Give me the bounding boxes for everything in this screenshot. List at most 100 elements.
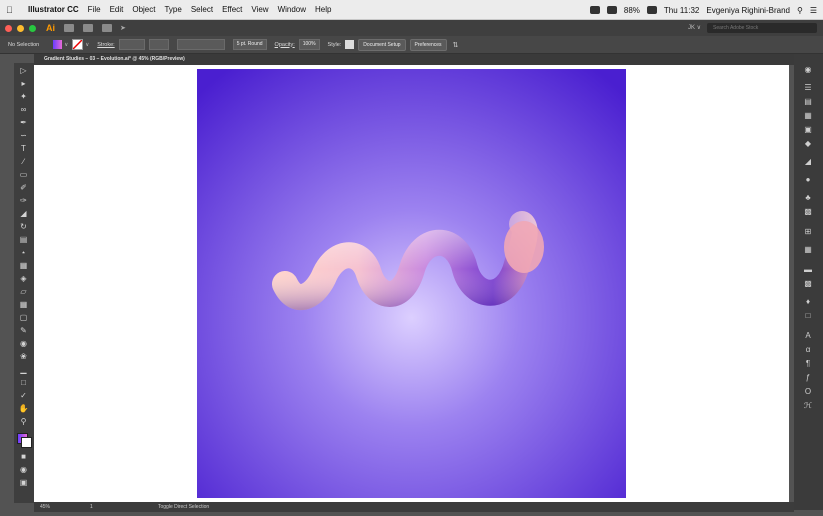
- arrange-documents-icon[interactable]: [102, 24, 112, 32]
- mesh-tool-icon[interactable]: ▦: [18, 301, 29, 309]
- stroke-label[interactable]: Stroke:: [97, 42, 114, 48]
- artboard-tool-icon[interactable]: □: [18, 379, 29, 387]
- menu-select[interactable]: Select: [191, 5, 213, 14]
- glyphs-panel-icon[interactable]: α: [803, 346, 813, 354]
- gradient-panel-icon[interactable]: ♦: [803, 298, 813, 306]
- stroke-dropdown-icon[interactable]: ∨: [85, 42, 89, 48]
- free-transform-tool-icon[interactable]: ▦: [18, 262, 29, 270]
- menu-type[interactable]: Type: [164, 5, 181, 14]
- libraries-panel-icon[interactable]: ▤: [803, 98, 813, 106]
- artboard[interactable]: [197, 69, 626, 498]
- char-styles-panel-icon[interactable]: ℋ: [803, 402, 813, 410]
- account-menu[interactable]: JK ∨: [688, 24, 701, 31]
- profile-dropdown[interactable]: [176, 39, 225, 50]
- document-tab[interactable]: Gradient Studies – 03 – Evolution.ai* @ …: [34, 54, 794, 65]
- fill-swatch[interactable]: [53, 40, 63, 49]
- font-panel-icon[interactable]: O: [803, 388, 813, 396]
- swatches-panel-icon[interactable]: ▣: [803, 126, 813, 134]
- stock-icon[interactable]: [83, 24, 93, 32]
- stroke-swatch[interactable]: [72, 39, 84, 50]
- arrange-icon[interactable]: ⇅: [453, 41, 459, 49]
- scale-tool-icon[interactable]: ▤: [18, 236, 29, 244]
- document-setup-button[interactable]: Document Setup: [358, 38, 406, 51]
- hand-tool-icon[interactable]: ✋: [18, 405, 29, 413]
- color-mode-icon[interactable]: ■: [18, 453, 29, 461]
- width-tool-icon[interactable]: ⋆: [18, 249, 29, 257]
- menu-file[interactable]: File: [88, 5, 101, 14]
- eraser-tool-icon[interactable]: ◢: [18, 210, 29, 218]
- graphic-styles-panel-icon[interactable]: ▩: [803, 208, 813, 216]
- properties-panel-icon[interactable]: ☰: [803, 84, 813, 92]
- direct-selection-tool-icon[interactable]: ▸: [18, 80, 29, 88]
- graphic-style-swatch[interactable]: [345, 40, 355, 49]
- variable-width-dropdown[interactable]: [148, 39, 169, 50]
- battery-icon[interactable]: [646, 6, 657, 14]
- menu-view[interactable]: View: [251, 5, 268, 14]
- user-name[interactable]: Evgeniya Righini-Brand: [706, 6, 790, 15]
- artboards-panel-icon[interactable]: ◢: [803, 158, 813, 166]
- minimize-window-button[interactable]: [17, 24, 24, 32]
- wifi-icon[interactable]: [606, 6, 617, 14]
- type-tool-icon[interactable]: T: [18, 145, 29, 153]
- line-tool-icon[interactable]: ∕: [18, 158, 29, 166]
- perspective-grid-tool-icon[interactable]: ▱: [18, 288, 29, 296]
- creative-cloud-icon[interactable]: [589, 6, 600, 14]
- symbol-sprayer-tool-icon[interactable]: ❀: [18, 353, 29, 361]
- notification-icon[interactable]: ☰: [810, 6, 817, 15]
- shaper-tool-icon[interactable]: ✑: [18, 197, 29, 205]
- stroke-color-icon[interactable]: [21, 437, 32, 448]
- color-panel-icon[interactable]: ◉: [803, 66, 813, 74]
- brush-dropdown[interactable]: 5 pt. Round: [232, 39, 267, 50]
- menu-object[interactable]: Object: [132, 5, 155, 14]
- rectangle-tool-icon[interactable]: ▭: [18, 171, 29, 179]
- preferences-button[interactable]: Preferences: [409, 38, 447, 51]
- transform-panel-icon[interactable]: ⊞: [803, 228, 813, 236]
- zoom-window-button[interactable]: [29, 24, 36, 32]
- slice-tool-icon[interactable]: ✓: [18, 392, 29, 400]
- screen-mode-icon[interactable]: ▣: [18, 479, 29, 487]
- rotate-tool-icon[interactable]: ↻: [18, 223, 29, 231]
- stroke-panel-icon[interactable]: □: [803, 312, 813, 320]
- brushes-panel-icon[interactable]: ◆: [803, 140, 813, 148]
- zoom-tool-icon[interactable]: ⚲: [18, 418, 29, 426]
- spotlight-icon[interactable]: ⚲: [797, 6, 803, 15]
- search-stock-field[interactable]: Search Adobe Stock: [707, 23, 817, 33]
- transparency-panel-icon[interactable]: ▩: [803, 280, 813, 288]
- gradient-tool-icon[interactable]: ▢: [18, 314, 29, 322]
- menu-effect[interactable]: Effect: [222, 5, 242, 14]
- zoom-level[interactable]: 45%: [40, 502, 50, 512]
- artboard-navigation[interactable]: 1: [90, 502, 93, 512]
- menu-window[interactable]: Window: [278, 5, 306, 14]
- layers-panel-icon[interactable]: ▦: [803, 112, 813, 120]
- blend-tool-icon[interactable]: ◉: [18, 340, 29, 348]
- selection-tool-icon[interactable]: ▷: [18, 67, 29, 75]
- bridge-icon[interactable]: [64, 24, 74, 32]
- pen-tool-icon[interactable]: ✒: [18, 119, 29, 127]
- magic-wand-tool-icon[interactable]: ✦: [18, 93, 29, 101]
- paragraph-panel-icon[interactable]: ¶: [803, 360, 813, 368]
- menu-app-name[interactable]: Illustrator CC: [28, 5, 79, 14]
- curvature-tool-icon[interactable]: ∽: [18, 132, 29, 140]
- eyedropper-tool-icon[interactable]: ✎: [18, 327, 29, 335]
- menu-edit[interactable]: Edit: [110, 5, 124, 14]
- appearance-panel-icon[interactable]: ●: [803, 176, 813, 184]
- gpu-performance-icon[interactable]: ➤: [120, 24, 126, 32]
- opacity-field[interactable]: 100%: [298, 39, 320, 50]
- opacity-label[interactable]: Opacity:: [275, 42, 295, 48]
- clock[interactable]: Thu 11:32: [664, 6, 699, 15]
- character-panel-icon[interactable]: A: [803, 332, 813, 340]
- canvas-area[interactable]: [34, 65, 789, 502]
- symbols-panel-icon[interactable]: ♣: [803, 194, 813, 202]
- menu-help[interactable]: Help: [315, 5, 331, 14]
- status-tool-hint[interactable]: Toggle Direct Selection: [158, 502, 209, 512]
- paintbrush-tool-icon[interactable]: ✐: [18, 184, 29, 192]
- stroke-weight-field[interactable]: [118, 39, 145, 50]
- opentype-panel-icon[interactable]: ƒ: [803, 374, 813, 382]
- shape-builder-tool-icon[interactable]: ◈: [18, 275, 29, 283]
- apple-icon[interactable]: : [6, 5, 20, 15]
- graph-tool-icon[interactable]: ▁: [18, 366, 29, 374]
- fill-dropdown-icon[interactable]: ∨: [64, 42, 68, 48]
- pathfinder-panel-icon[interactable]: ▬: [803, 266, 813, 274]
- lasso-tool-icon[interactable]: ∞: [18, 106, 29, 114]
- draw-mode-icon[interactable]: ◉: [18, 466, 29, 474]
